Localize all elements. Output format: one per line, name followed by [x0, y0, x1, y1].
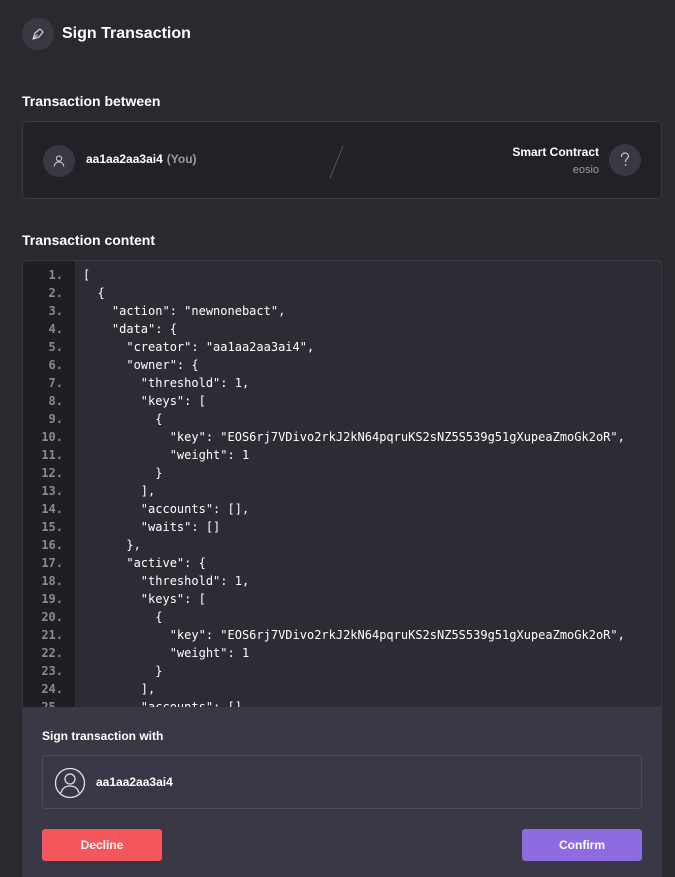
line-content: "data": { [83, 322, 177, 336]
line-number: 3. [48, 304, 63, 318]
line-content: "waits": [] [83, 520, 221, 534]
from-account: aa1aa2aa3ai4 (You) [86, 152, 197, 166]
line-number: 8. [48, 394, 63, 408]
line-content: "key": "EOS6rj7VDivo2rkJ2kN64pqruKS2sNZ5… [83, 430, 625, 444]
code-line: 14. "accounts": [], [23, 500, 661, 518]
you-badge: (You) [166, 152, 197, 166]
line-content: { [83, 610, 163, 624]
line-number: 17. [41, 556, 63, 570]
code-line: 17. "active": { [23, 554, 661, 572]
user-icon [43, 145, 75, 177]
line-content: ], [83, 484, 156, 498]
code-line: 2. { [23, 284, 661, 302]
line-content: { [83, 286, 105, 300]
line-content: "threshold": 1, [83, 376, 250, 390]
line-content: } [83, 466, 163, 480]
line-content: "keys": [ [83, 592, 206, 606]
line-number: 7. [48, 376, 63, 390]
line-number: 23. [41, 664, 63, 678]
code-line: 23. } [23, 662, 661, 680]
line-content: }, [83, 538, 141, 552]
line-number: 13. [41, 484, 63, 498]
line-number: 5. [48, 340, 63, 354]
line-number: 19. [41, 592, 63, 606]
line-content: [ [83, 268, 91, 282]
code-line: 6. "owner": { [23, 356, 661, 374]
line-content: "key": "EOS6rj7VDivo2rkJ2kN64pqruKS2sNZ5… [83, 628, 625, 642]
line-content: { [83, 412, 163, 426]
code-line: 11. "weight": 1 [23, 446, 661, 464]
line-content: "threshold": 1, [83, 574, 250, 588]
line-number: 24. [41, 682, 63, 696]
line-number: 14. [41, 502, 63, 516]
signing-account-selector[interactable]: aa1aa2aa3ai4 [42, 755, 642, 809]
transaction-between-panel: aa1aa2aa3ai4 (You) Smart Contract eosio [22, 121, 662, 199]
line-content: ], [83, 682, 156, 696]
signing-account-name: aa1aa2aa3ai4 [96, 775, 173, 789]
line-number: 11. [41, 448, 63, 462]
user-circle-icon [54, 767, 86, 799]
code-line: 7. "threshold": 1, [23, 374, 661, 392]
code-line: 25. "accounts": [], [23, 698, 661, 707]
from-account-name: aa1aa2aa3ai4 [86, 152, 163, 166]
line-number: 18. [41, 574, 63, 588]
code-line: 18. "threshold": 1, [23, 572, 661, 590]
page-title: Sign Transaction [62, 25, 191, 42]
sign-panel: Sign transaction with aa1aa2aa3ai4 Decli… [22, 707, 662, 877]
code-line: 12. } [23, 464, 661, 482]
code-line: 15. "waits": [] [23, 518, 661, 536]
code-line: 3. "action": "newnonebact", [23, 302, 661, 320]
between-divider [329, 145, 344, 179]
line-number: 21. [41, 628, 63, 642]
code-lines: 1.[2. {3. "action": "newnonebact", 4. "da… [23, 266, 661, 707]
transaction-between-label: Transaction between [22, 93, 161, 109]
code-line: 1. [ [23, 266, 661, 284]
code-line: 20. { [23, 608, 661, 626]
line-number: 10. [41, 430, 63, 444]
page-header: Sign Transaction [22, 18, 191, 50]
line-number: 1. [48, 268, 63, 282]
line-content: "accounts": [], [83, 502, 250, 516]
line-number: 15. [41, 520, 63, 534]
code-line: 24. ], [23, 680, 661, 698]
line-content: "keys": [ [83, 394, 206, 408]
code-line: 10. "key": "EOS6rj7VDivo2rkJ2kN64pqruKS2… [23, 428, 661, 446]
pen-nib-icon [22, 18, 54, 50]
line-content: } [83, 664, 163, 678]
code-line: 4. "data": { [23, 320, 661, 338]
code-line: 19. "keys": [ [23, 590, 661, 608]
decline-button[interactable]: Decline [42, 829, 162, 861]
code-line: 9. { [23, 410, 661, 428]
code-line: 8. "keys": [ [23, 392, 661, 410]
question-icon [609, 144, 641, 176]
sign-with-label: Sign transaction with [42, 729, 164, 743]
line-number: 9. [48, 412, 63, 426]
line-number: 2. [48, 286, 63, 300]
code-line: 21. "key": "EOS6rj7VDivo2rkJ2kN64pqruKS2… [23, 626, 661, 644]
code-line: 5. "creator": "aa1aa2aa3ai4", [23, 338, 661, 356]
code-line: 13. ], [23, 482, 661, 500]
line-content: "action": "newnonebact", [83, 304, 286, 318]
contract-name: eosio [572, 164, 599, 176]
code-line: 16. }, [23, 536, 661, 554]
line-content: "weight": 1 [83, 448, 250, 462]
line-content: "active": { [83, 556, 206, 570]
line-content: "creator": "aa1aa2aa3ai4", [83, 340, 315, 354]
transaction-code-viewer[interactable]: 1.[2. {3. "action": "newnonebact", 4. "da… [22, 260, 662, 707]
transaction-content-label: Transaction content [22, 232, 156, 248]
line-number: 25. [41, 700, 63, 707]
line-number: 22. [41, 646, 63, 660]
line-content: "weight": 1 [83, 646, 250, 660]
contract-type-label: Smart Contract [512, 145, 599, 159]
line-number: 16. [41, 538, 63, 552]
line-number: 12. [41, 466, 63, 480]
line-number: 4. [48, 322, 63, 336]
line-number: 6. [48, 358, 63, 372]
line-content: "accounts": [], [83, 700, 250, 707]
line-content: "owner": { [83, 358, 199, 372]
code-line: 22. "weight": 1 [23, 644, 661, 662]
line-number: 20. [41, 610, 63, 624]
confirm-button[interactable]: Confirm [522, 829, 642, 861]
